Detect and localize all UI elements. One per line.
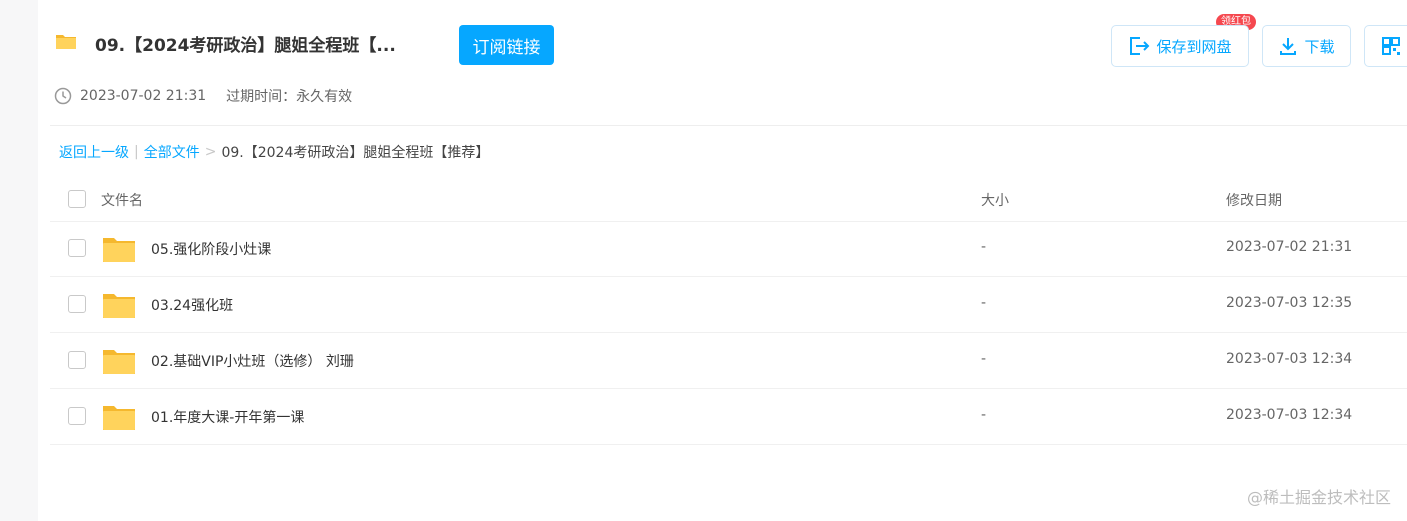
row-checkbox[interactable] — [68, 239, 86, 257]
breadcrumb-current: 09.【2024考研政治】腿姐全程班【推荐】 — [221, 145, 490, 161]
breadcrumb-separator: | — [134, 144, 139, 160]
folder-icon — [56, 35, 76, 49]
row-checkbox[interactable] — [68, 351, 86, 369]
row-checkbox[interactable] — [68, 295, 86, 313]
column-header-size[interactable]: 大小 — [981, 190, 1009, 210]
file-size: - — [981, 239, 987, 255]
breadcrumb-all-files-link[interactable]: 全部文件 — [144, 142, 200, 162]
file-name[interactable]: 05.强化阶段小灶课 — [151, 239, 271, 259]
save-to-cloud-icon — [1130, 37, 1150, 55]
file-modified: 2023-07-03 12:35 — [1226, 295, 1353, 311]
table-row[interactable]: 02.基础VIP小灶班（选修） 刘珊 - 2023-07-03 12:34 — [50, 333, 1407, 389]
download-label: 下载 — [1304, 37, 1335, 56]
left-gutter — [0, 0, 38, 521]
file-size: - — [981, 351, 987, 367]
file-name[interactable]: 03.24强化班 — [151, 295, 233, 315]
subscribe-link-button[interactable]: 订阅链接 — [459, 25, 554, 65]
folder-icon — [103, 294, 135, 318]
select-all-checkbox[interactable] — [68, 190, 86, 208]
column-header-name[interactable]: 文件名 — [101, 190, 143, 210]
row-divider — [50, 444, 1407, 445]
share-panel: 09.【2024考研政治】腿姐全程班【... 订阅链接 领红包 保存到网盘 下载 — [38, 0, 1407, 521]
clock-icon — [54, 87, 72, 105]
breadcrumb-separator: > — [204, 144, 217, 160]
file-name[interactable]: 02.基础VIP小灶班（选修） 刘珊 — [151, 351, 354, 371]
header-divider — [50, 125, 1407, 126]
file-size: - — [981, 295, 987, 311]
created-time: 2023-07-02 21:31 — [80, 88, 207, 104]
qr-code-icon — [1382, 37, 1400, 55]
save-to-cloud-button[interactable]: 保存到网盘 — [1111, 25, 1249, 67]
save-to-cloud-label: 保存到网盘 — [1156, 37, 1232, 56]
download-button[interactable]: 下载 — [1262, 25, 1351, 67]
file-modified: 2023-07-03 12:34 — [1226, 407, 1353, 423]
file-modified: 2023-07-02 21:31 — [1226, 239, 1353, 255]
row-checkbox[interactable] — [68, 407, 86, 425]
file-name[interactable]: 01.年度大课-开年第一课 — [151, 407, 304, 427]
column-header-modified[interactable]: 修改日期 — [1226, 190, 1282, 210]
table-row[interactable]: 03.24强化班 - 2023-07-03 12:35 — [50, 277, 1407, 333]
folder-icon — [103, 238, 135, 262]
file-size: - — [981, 407, 987, 423]
expire-time: 过期时间：永久有效 — [226, 89, 353, 105]
folder-icon — [103, 406, 135, 430]
share-title: 09.【2024考研政治】腿姐全程班【... — [95, 36, 396, 56]
watermark: @稀土掘金技术社区 — [1246, 488, 1391, 507]
breadcrumb: 返回上一级 | 全部文件 > 09.【2024考研政治】腿姐全程班【推荐】 — [59, 142, 489, 162]
folder-icon — [103, 350, 135, 374]
qr-code-button[interactable] — [1364, 25, 1407, 67]
file-modified: 2023-07-03 12:34 — [1226, 351, 1353, 367]
breadcrumb-back-link[interactable]: 返回上一级 — [59, 142, 129, 162]
table-row[interactable]: 05.强化阶段小灶课 - 2023-07-02 21:31 — [50, 221, 1407, 277]
download-icon — [1280, 38, 1297, 55]
share-meta: 2023-07-02 21:31 过期时间：永久有效 — [54, 86, 352, 106]
table-row[interactable]: 01.年度大课-开年第一课 - 2023-07-03 12:34 — [50, 389, 1407, 445]
